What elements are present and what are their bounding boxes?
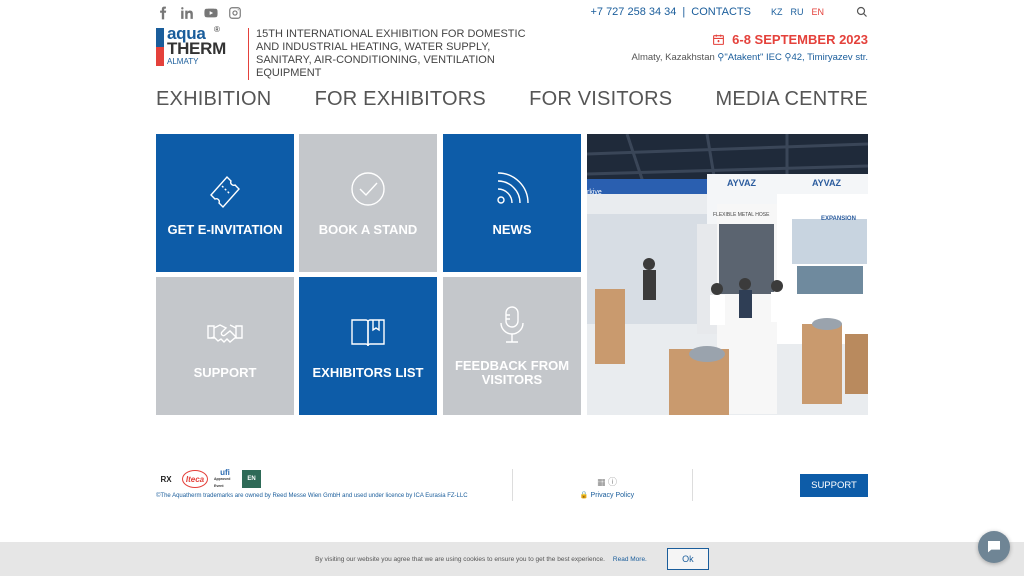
main-nav: EXHIBITION FOR EXHIBITORS FOR VISITORS M… <box>156 88 868 111</box>
cookie-banner: By visiting our website you agree that w… <box>0 542 1024 576</box>
cookie-ok-button[interactable]: Ok <box>666 548 709 570</box>
microphone-icon <box>492 305 532 345</box>
top-contacts: +7 727 258 34 34 | CONTACTS KZ RU EN <box>590 6 868 18</box>
ufi-approved-text: Approved Event <box>214 476 231 488</box>
logo-therm: THERM <box>167 39 226 58</box>
checkmark-circle-icon <box>348 169 388 209</box>
handshake-icon <box>205 312 245 352</box>
tile-get-e-invitation[interactable]: GET E-INVITATION <box>156 134 294 272</box>
venue-city: Almaty, Kazakhstan <box>631 52 715 63</box>
logo-city: ALMATY <box>167 57 199 66</box>
phone-link[interactable]: +7 727 258 34 34 <box>590 6 676 18</box>
partner-logo-4: EN <box>242 470 261 488</box>
tile-label: BOOK A STAND <box>318 222 418 237</box>
lang-ru[interactable]: RU <box>790 7 803 17</box>
tile-feedback-from-visitors[interactable]: FEEDBACK FROM VISITORS <box>443 277 581 415</box>
venue-address[interactable]: 42, Timiryazev str. <box>791 52 868 63</box>
book-icon <box>348 312 388 352</box>
privacy-policy-label: Privacy Policy <box>590 492 635 499</box>
rss-feed-icon <box>492 169 532 209</box>
calendar-icon <box>713 34 725 45</box>
nav-media-centre[interactable]: MEDIA CENTRE <box>716 88 868 111</box>
tile-label: NEWS <box>492 222 532 237</box>
ufi-logo-text: ufi <box>220 467 230 477</box>
exhibition-booth-photo: AYVAZ AYVAZ FLEXIBLE METAL HOSE EXPANSIO… <box>587 134 868 415</box>
rx-logo: RX <box>160 474 172 484</box>
cookie-text: By visiting our website you agree that w… <box>315 555 605 563</box>
tile-label: SUPPORT <box>193 365 257 380</box>
tile-label: GET E-INVITATION <box>167 222 283 237</box>
language-switcher: KZ RU EN <box>771 7 824 17</box>
contacts-link[interactable]: CONTACTS <box>691 6 751 18</box>
exhibition-dates: 6-8 SEPTEMBER 2023 <box>712 32 868 47</box>
contacts-separator: | <box>682 6 686 18</box>
lock-icon: 🔒 <box>579 492 589 499</box>
accessibility-icons: ▦ ⓘ <box>596 477 617 487</box>
nav-for-visitors[interactable]: FOR VISITORS <box>529 88 672 111</box>
photo-sign-country: rkiye <box>587 189 602 196</box>
site-logo[interactable]: aqua ® THERM ALMATY <box>156 25 226 68</box>
youtube-icon[interactable] <box>204 6 218 20</box>
tile-support[interactable]: SUPPORT <box>156 277 294 415</box>
logo-bar <box>156 28 164 66</box>
nav-exhibition[interactable]: EXHIBITION <box>156 88 271 111</box>
privacy-block: ▦ ⓘ 🔒 Privacy Policy <box>577 475 637 499</box>
tile-book-a-stand[interactable]: BOOK A STAND <box>299 134 437 272</box>
linkedin-icon[interactable] <box>180 6 194 20</box>
footer-divider <box>692 469 693 501</box>
lang-kz[interactable]: KZ <box>771 7 783 17</box>
chat-bubble-icon <box>988 541 1000 553</box>
cookie-read-more-link[interactable]: Read More. <box>613 556 647 563</box>
chat-widget-button[interactable] <box>978 531 1010 563</box>
tile-label: EXHIBITORS LIST <box>312 365 424 380</box>
lang-en[interactable]: EN <box>811 7 824 17</box>
privacy-policy-link[interactable]: 🔒 Privacy Policy <box>580 492 634 499</box>
photo-sign-brand-2: AYVAZ <box>812 178 842 188</box>
tile-label: FEEDBACK FROM VISITORS <box>454 358 570 387</box>
exhibition-tagline: 15TH INTERNATIONAL EXHIBITION FOR DOMEST… <box>248 28 538 80</box>
ticket-icon <box>205 169 245 209</box>
iteca-logo: Iteca <box>182 470 208 488</box>
tile-exhibitors-list[interactable]: EXHIBITORS LIST <box>299 277 437 415</box>
footer-support-button[interactable]: SUPPORT <box>800 474 868 497</box>
partner-logos: RX Iteca ufi Approved Event EN <box>156 467 261 488</box>
photo-sign-brand: AYVAZ <box>727 178 757 188</box>
ufi-logo: ufi Approved Event <box>214 467 236 488</box>
facebook-icon[interactable] <box>156 6 170 20</box>
photo-sign-expansion: EXPANSION <box>821 216 856 222</box>
logo-registered: ® <box>214 25 220 34</box>
photo-sign-hose: FLEXIBLE METAL HOSE <box>713 212 770 218</box>
nav-for-exhibitors[interactable]: FOR EXHIBITORS <box>315 88 486 111</box>
venue-place[interactable]: "Atakent" IEC <box>724 52 781 63</box>
social-links <box>156 6 242 20</box>
dates-text: 6-8 SEPTEMBER 2023 <box>732 32 868 47</box>
footer-divider <box>512 469 513 501</box>
tile-news[interactable]: NEWS <box>443 134 581 272</box>
instagram-icon[interactable] <box>228 6 242 20</box>
venue-info: Almaty, Kazakhstan ⚲"Atakent" IEC ⚲42, T… <box>632 52 868 63</box>
trademark-notice: ©The Aquatherm trademarks are owned by R… <box>156 493 468 499</box>
search-icon[interactable] <box>856 6 868 18</box>
